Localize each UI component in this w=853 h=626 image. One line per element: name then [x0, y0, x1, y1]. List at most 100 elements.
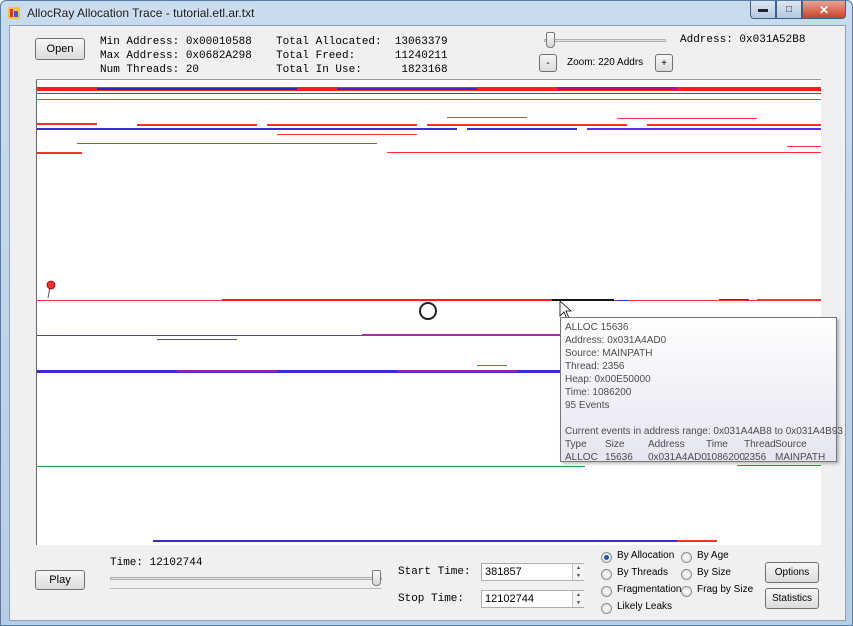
tooltip-line: ALLOC 15636	[565, 322, 629, 333]
radio-by-allocation[interactable]	[601, 552, 612, 563]
radio-by-age-label[interactable]: By Age	[697, 550, 729, 561]
tooltip-cell: 1086200	[706, 452, 745, 463]
title-bar[interactable]: AllocRay Allocation Trace - tutorial.etl…	[1, 1, 852, 25]
alloc-line	[37, 152, 82, 154]
statistics-button[interactable]: Statistics	[765, 588, 819, 609]
time-slider-thumb[interactable]	[372, 570, 381, 586]
tooltip-cell: ALLOC	[565, 452, 598, 463]
radio-by-size[interactable]	[681, 569, 692, 580]
total-in-use-text: Total In Use: 1823168	[276, 64, 448, 76]
tooltip-table-row: ALLOC 15636 0x031A4AD0 1086200 2356 MAIN…	[565, 451, 832, 464]
tooltip-line: Source: MAINPATH	[565, 348, 653, 359]
radio-fragmentation-label[interactable]: Fragmentation	[617, 584, 681, 595]
start-time-spinner[interactable]: ▲ ▼	[572, 564, 584, 580]
tooltip-line: Address: 0x031A4AD0	[565, 335, 667, 346]
tooltip-line: Time: 1086200	[565, 387, 632, 398]
alloc-line	[222, 299, 552, 301]
zoom-slider-thumb[interactable]	[546, 32, 555, 48]
tooltip-cell: 2356	[744, 452, 767, 463]
alloc-line	[587, 128, 821, 130]
radio-by-threads[interactable]	[601, 569, 612, 580]
time-slider-track[interactable]	[110, 577, 382, 580]
minimize-button[interactable]: ▬	[750, 1, 776, 19]
alloc-line	[737, 465, 821, 466]
tooltip-header-cell: Source	[775, 439, 807, 450]
start-time-label: Start Time:	[398, 566, 471, 578]
maximize-button[interactable]: □	[776, 1, 802, 19]
tooltip-header-cell: Time	[706, 439, 728, 450]
zoom-label: Zoom: 220 Addrs	[567, 57, 644, 68]
tooltip-spacer	[565, 412, 832, 425]
allocation-tooltip: ALLOC 15636 Address: 0x031A4AD0 Source: …	[560, 317, 843, 464]
tooltip-header-cell: Address	[648, 439, 685, 450]
alloc-line	[277, 134, 417, 135]
stop-time-input[interactable]: 12102744	[481, 590, 584, 608]
alloc-line	[157, 339, 237, 340]
tooltip-line: 95 Events	[565, 400, 610, 411]
marker-pin-icon[interactable]	[46, 280, 56, 290]
tooltip-header-cell: Type	[565, 439, 587, 450]
tooltip-cell: 15636	[605, 452, 633, 463]
alloc-line	[647, 124, 821, 126]
num-threads-text: Num Threads: 20	[100, 64, 200, 76]
play-button[interactable]: Play	[35, 570, 85, 590]
alloc-band	[337, 88, 477, 90]
total-allocated-text: Total Allocated: 13063379	[276, 36, 448, 48]
selected-alloc-line	[552, 299, 614, 301]
address-text: Address: 0x031A52B8	[680, 34, 806, 46]
cursor-ring-icon	[419, 302, 437, 320]
alloc-line	[719, 299, 749, 300]
stop-time-spinner[interactable]: ▲ ▼	[572, 591, 584, 607]
zoom-in-button[interactable]: +	[655, 54, 673, 72]
alloc-band	[397, 370, 517, 372]
alloc-line	[37, 123, 97, 125]
stop-time-label: Stop Time:	[398, 593, 465, 605]
alloc-band	[97, 88, 297, 90]
tooltip-line: Heap: 0x00E50000	[565, 374, 651, 385]
alloc-line	[677, 540, 717, 542]
tooltip-table-header: Type Size Address Time Thread Source	[565, 438, 832, 451]
alloc-line	[617, 118, 757, 119]
min-address-text: Min Address: 0x00010588	[100, 36, 252, 48]
radio-frag-by-size[interactable]	[681, 586, 692, 597]
open-button[interactable]: Open	[35, 38, 85, 60]
alloc-band	[177, 370, 277, 372]
zoom-out-button[interactable]: -	[539, 54, 557, 72]
tooltip-line: Thread: 2356	[565, 361, 625, 372]
radio-by-allocation-label[interactable]: By Allocation	[617, 550, 674, 561]
alloc-line	[37, 466, 585, 467]
allocation-map-canvas	[37, 87, 821, 542]
alloc-band	[37, 99, 821, 100]
alloc-line	[787, 146, 821, 147]
allocation-map[interactable]	[36, 79, 821, 545]
radio-fragmentation[interactable]	[601, 586, 612, 597]
tooltip-header-cell: Size	[605, 439, 625, 450]
time-slider-ticks	[110, 588, 382, 589]
zoom-slider-track[interactable]	[544, 39, 666, 42]
close-button[interactable]: ✕	[802, 1, 846, 19]
start-time-input[interactable]: 381857	[481, 563, 584, 581]
alloc-line	[77, 143, 377, 144]
window-controls: ▬ □ ✕	[750, 1, 846, 19]
max-address-text: Max Address: 0x0682A298	[100, 50, 252, 62]
alloc-line	[137, 124, 257, 126]
total-freed-text: Total Freed: 11240211	[276, 50, 448, 62]
radio-frag-by-size-label[interactable]: Frag by Size	[697, 584, 753, 595]
radio-likely-leaks-label[interactable]: Likely Leaks	[617, 601, 672, 612]
alloc-band	[37, 93, 821, 94]
alloc-line	[467, 128, 577, 130]
options-button[interactable]: Options	[765, 562, 819, 583]
window-title: AllocRay Allocation Trace - tutorial.etl…	[27, 6, 255, 20]
alloc-line	[427, 124, 627, 126]
time-label: Time: 12102744	[110, 557, 203, 569]
alloc-line	[387, 152, 821, 153]
alloc-line	[757, 299, 821, 300]
alloc-line	[153, 540, 713, 542]
radio-by-threads-label[interactable]: By Threads	[617, 567, 668, 578]
radio-likely-leaks[interactable]	[601, 603, 612, 614]
radio-by-size-label[interactable]: By Size	[697, 567, 731, 578]
tooltip-cell: MAINPATH	[775, 452, 826, 463]
alloc-line	[37, 128, 457, 130]
radio-by-age[interactable]	[681, 552, 692, 563]
alloc-line	[447, 117, 527, 118]
